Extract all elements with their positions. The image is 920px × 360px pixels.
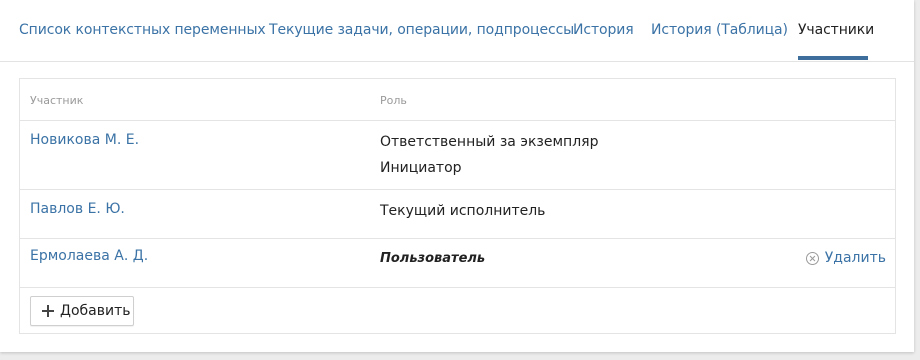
tab-current-tasks[interactable]: Текущие задачи, операции, подпроцессы: [269, 22, 574, 38]
tab-history-table[interactable]: История (Таблица): [651, 22, 788, 38]
role-text: Текущий исполнитель: [380, 203, 546, 219]
add-participant-button[interactable]: Добавить: [30, 296, 134, 326]
tab-participants[interactable]: Участники: [798, 22, 874, 38]
column-header-participant: Участник: [30, 94, 84, 107]
table-header: Участник Роль: [20, 79, 895, 121]
role-text: Инициатор: [380, 160, 462, 176]
delete-label: Удалить: [824, 250, 886, 266]
tab-context-variables[interactable]: Список контекстных переменных: [19, 22, 266, 38]
participant-link[interactable]: Ермолаева А. Д.: [30, 248, 148, 264]
delete-participant-button[interactable]: Удалить: [805, 250, 886, 266]
role-text: Пользователь: [380, 251, 486, 266]
table-row: Ермолаева А. Д. Пользователь Удалить: [20, 239, 895, 288]
participants-table: Участник Роль Новикова М. Е. Ответственн…: [19, 78, 896, 334]
tab-bar: Список контекстных переменных Текущие за…: [0, 0, 914, 62]
add-button-label: Добавить: [60, 303, 131, 319]
plus-icon: [42, 305, 54, 317]
table-row: Новикова М. Е. Ответственный за экземпля…: [20, 121, 895, 190]
role-text: Ответственный за экземпляр: [380, 134, 599, 150]
column-header-role: Роль: [380, 94, 407, 107]
tab-history[interactable]: История: [573, 22, 634, 38]
table-row: Павлов Е. Ю. Текущий исполнитель: [20, 190, 895, 239]
active-tab-indicator: [798, 56, 868, 60]
close-circle-icon: [805, 251, 819, 265]
participants-panel: Список контекстных переменных Текущие за…: [0, 0, 914, 352]
participant-link[interactable]: Новикова М. Е.: [30, 132, 139, 148]
participant-link[interactable]: Павлов Е. Ю.: [30, 201, 125, 217]
